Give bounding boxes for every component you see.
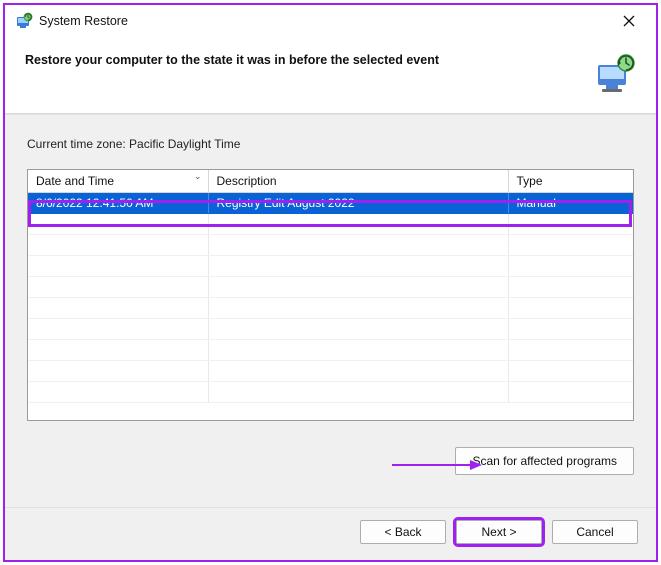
- footer: < Back Next > Cancel: [5, 507, 656, 560]
- timezone-label: Current time zone: Pacific Daylight Time: [27, 137, 634, 151]
- restore-points-table[interactable]: Date and Time ⌄ Description Type 8/6/202…: [27, 169, 634, 421]
- table-row: [28, 340, 633, 361]
- restore-large-icon: [592, 53, 638, 95]
- column-type[interactable]: Type: [508, 170, 633, 193]
- column-date[interactable]: Date and Time ⌄: [28, 170, 208, 193]
- table-row: [28, 256, 633, 277]
- sort-caret-icon: ⌄: [194, 171, 202, 182]
- close-button[interactable]: [608, 7, 650, 35]
- window-frame: System Restore Restore your computer to …: [3, 3, 658, 562]
- next-button[interactable]: Next >: [456, 520, 542, 544]
- table-row: [28, 298, 633, 319]
- table-row: [28, 214, 633, 235]
- header: Restore your computer to the state it wa…: [5, 37, 656, 113]
- close-icon: [623, 15, 635, 27]
- table-row: [28, 277, 633, 298]
- table-row: [28, 382, 633, 403]
- column-description[interactable]: Description: [208, 170, 508, 193]
- back-button[interactable]: < Back: [360, 520, 446, 544]
- page-heading: Restore your computer to the state it wa…: [25, 53, 592, 67]
- table-row: [28, 235, 633, 256]
- titlebar: System Restore: [5, 5, 656, 37]
- table-row: [28, 319, 633, 340]
- cancel-button[interactable]: Cancel: [552, 520, 638, 544]
- table-row: [28, 361, 633, 382]
- system-restore-icon: [15, 12, 33, 30]
- table-header-row: Date and Time ⌄ Description Type: [28, 170, 633, 193]
- scan-affected-programs-button[interactable]: Scan for affected programs: [455, 447, 634, 475]
- table-row[interactable]: 8/6/2022 12:41:50 AMRegistry Edit August…: [28, 193, 633, 214]
- content-area: Current time zone: Pacific Daylight Time…: [5, 114, 656, 507]
- window-title: System Restore: [33, 14, 608, 28]
